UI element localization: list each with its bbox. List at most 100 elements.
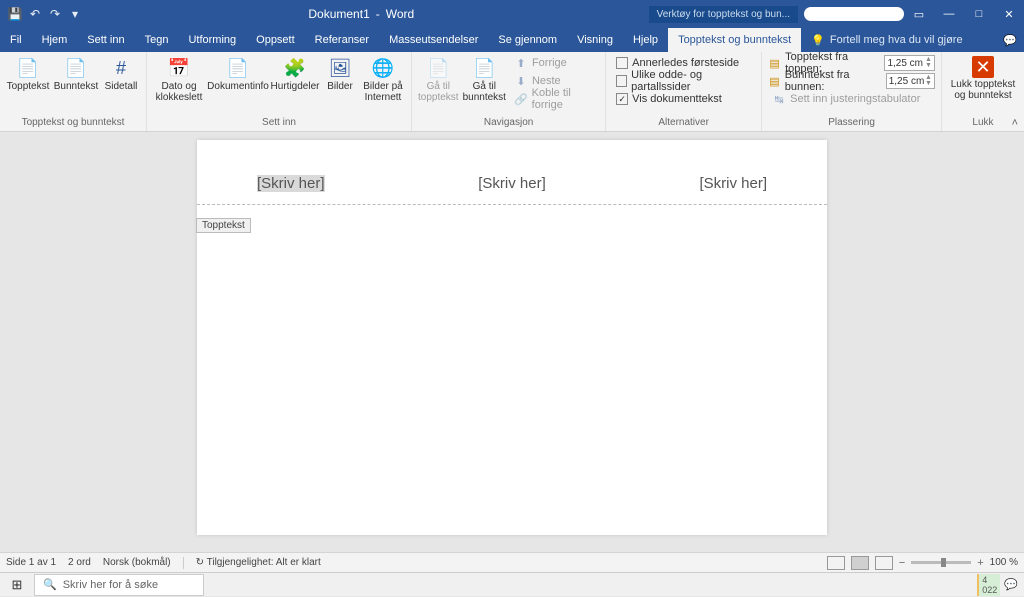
close-icon[interactable]: ✕ — [994, 0, 1024, 28]
quick-parts-button[interactable]: 🧩 Hurtigdeler — [271, 54, 319, 92]
tab-icon: ↹ — [772, 92, 786, 106]
footer-icon: 📄 — [64, 56, 88, 80]
tab-file[interactable]: Fil — [0, 28, 32, 52]
redo-icon[interactable]: ↷ — [46, 5, 64, 23]
pictures-icon: 🖼 — [328, 56, 352, 80]
pictures-button[interactable]: 🖼 Bilder — [323, 54, 357, 92]
header-right-field[interactable]: [Skriv her] — [699, 175, 767, 192]
checkbox-icon — [616, 75, 627, 87]
tab-review[interactable]: Se gjennom — [488, 28, 567, 52]
page-indicator[interactable]: Side 1 av 1 — [6, 557, 56, 568]
tab-view[interactable]: Visning — [567, 28, 623, 52]
qat-customize-icon[interactable]: ▾ — [66, 5, 84, 23]
calendar-icon: 📅 — [167, 56, 191, 80]
goto-header-button: 📄 Gå til topptekst — [418, 54, 459, 103]
search-icon: 🔍 — [43, 578, 57, 591]
tray-item[interactable]: 4022 — [977, 574, 1000, 596]
footer-from-bottom-row: ▤ Bunntekst fra bunnen: 1,25 cm▲▼ — [768, 72, 935, 90]
header-center-field[interactable]: [Skriv her] — [478, 175, 546, 192]
web-layout-icon[interactable] — [875, 556, 893, 570]
checkbox-icon — [616, 57, 628, 69]
group-navigation: 📄 Gå til topptekst 📄 Gå til bunntekst ⬆F… — [412, 52, 606, 131]
ribbon-display-icon[interactable]: ▭ — [904, 0, 934, 28]
print-layout-icon[interactable] — [851, 556, 869, 570]
undo-icon[interactable]: ↶ — [26, 5, 44, 23]
accessibility-status[interactable]: ↻ Tilgjengelighet: Alt er klart — [196, 557, 321, 568]
previous-button: ⬆Forrige — [510, 54, 599, 72]
group-label: Alternativer — [612, 117, 755, 131]
tab-layout[interactable]: Oppsett — [246, 28, 305, 52]
group-label: Lukk — [948, 117, 1018, 131]
tab-draw[interactable]: Tegn — [135, 28, 179, 52]
maximize-icon[interactable]: □ — [964, 0, 994, 28]
checkbox-checked-icon: ✓ — [616, 93, 628, 105]
tab-header-footer[interactable]: Topptekst og bunntekst — [668, 28, 801, 52]
taskbar-search[interactable]: 🔍 Skriv her for å søke — [34, 574, 204, 596]
footer-button[interactable]: 📄 Bunntekst — [54, 54, 98, 92]
group-header-footer: 📄 Topptekst 📄 Bunntekst # Sidetall Toppt… — [0, 52, 147, 131]
page-number-button[interactable]: # Sidetall — [102, 54, 140, 92]
minimize-icon[interactable]: — — [934, 0, 964, 28]
status-bar: Side 1 av 1 2 ord Norsk (bokmål) ↻ Tilgj… — [0, 552, 1024, 572]
account-pill[interactable] — [804, 7, 904, 21]
tell-me-search[interactable]: 💡 Fortell meg hva du vil gjøre — [801, 28, 972, 52]
tab-references[interactable]: Referanser — [305, 28, 379, 52]
save-icon[interactable]: 💾 — [6, 5, 24, 23]
document-area: [Skriv her] [Skriv her] [Skriv her] Topp… — [0, 132, 1024, 552]
zoom-in-icon[interactable]: + — [977, 557, 983, 569]
window-title: Dokument1 - Word — [84, 7, 639, 21]
goto-footer-icon: 📄 — [472, 56, 496, 80]
ribbon: 📄 Topptekst 📄 Bunntekst # Sidetall Toppt… — [0, 52, 1024, 132]
quick-access-toolbar: 💾 ↶ ↷ ▾ — [0, 5, 84, 23]
header-tag: Topptekst — [196, 218, 251, 233]
header-position-icon: ▤ — [768, 56, 781, 70]
close-header-footer-icon: ✕ — [972, 56, 994, 78]
contextual-tool-label: Verktøy for topptekst og bun... — [649, 6, 798, 23]
page-number-icon: # — [109, 56, 133, 80]
tab-home[interactable]: Hjem — [32, 28, 78, 52]
taskbar-search-placeholder: Skriv her for å søke — [63, 579, 158, 591]
date-time-button[interactable]: 📅 Dato og klokkeslett — [153, 54, 205, 103]
zoom-level[interactable]: 100 % — [990, 557, 1018, 568]
share-icon[interactable]: 💬 — [996, 28, 1024, 52]
header-from-top-input[interactable]: 1,25 cm▲▼ — [884, 55, 935, 71]
show-document-text-checkbox[interactable]: ✓Vis dokumenttekst — [612, 90, 755, 108]
header-zone[interactable]: [Skriv her] [Skriv her] [Skriv her] — [197, 140, 827, 205]
previous-icon: ⬆ — [514, 56, 528, 70]
tab-design[interactable]: Utforming — [178, 28, 246, 52]
system-tray: 4022 💬 — [977, 574, 1024, 596]
document-info-button[interactable]: 📄 Dokumentinfo — [209, 54, 267, 92]
tell-me-label: Fortell meg hva du vil gjøre — [830, 34, 963, 46]
footer-from-bottom-input[interactable]: 1,25 cm▲▼ — [886, 73, 935, 89]
read-mode-icon[interactable] — [827, 556, 845, 570]
quickparts-icon: 🧩 — [283, 56, 307, 80]
zoom-slider[interactable] — [911, 561, 971, 564]
header-left-field[interactable]: [Skriv her] — [257, 175, 325, 192]
start-button[interactable]: ⊞ — [0, 573, 34, 597]
goto-header-icon: 📄 — [426, 56, 450, 80]
tab-insert[interactable]: Sett inn — [77, 28, 134, 52]
tab-mailings[interactable]: Masseutsendelser — [379, 28, 488, 52]
tab-help[interactable]: Hjelp — [623, 28, 668, 52]
collapse-ribbon-icon[interactable]: ˄ — [1012, 117, 1018, 129]
word-count[interactable]: 2 ord — [68, 557, 91, 568]
group-insert: 📅 Dato og klokkeslett 📄 Dokumentinfo 🧩 H… — [147, 52, 412, 131]
close-header-footer-button[interactable]: ✕ Lukk topptekst og bunntekst — [948, 54, 1018, 101]
group-position: ▤ Topptekst fra toppen: 1,25 cm▲▼ ▤ Bunn… — [762, 52, 942, 131]
link-previous-button: 🔗Koble til forrige — [510, 90, 599, 108]
notifications-icon[interactable]: 💬 — [1004, 578, 1018, 591]
online-pictures-button[interactable]: 🌐 Bilder på Internett — [361, 54, 405, 103]
online-pictures-icon: 🌐 — [371, 56, 395, 80]
footer-position-icon: ▤ — [768, 74, 781, 88]
document-name: Dokument1 — [308, 7, 369, 21]
goto-footer-button[interactable]: 📄 Gå til bunntekst — [463, 54, 506, 103]
ribbon-tabs: Fil Hjem Sett inn Tegn Utforming Oppsett… — [0, 28, 1024, 52]
header-button[interactable]: 📄 Topptekst — [6, 54, 50, 92]
group-options: Annerledes førsteside Ulike odde- og par… — [606, 52, 762, 131]
header-icon: 📄 — [16, 56, 40, 80]
different-odd-even-checkbox[interactable]: Ulike odde- og partallssider — [612, 72, 755, 90]
page[interactable]: [Skriv her] [Skriv her] [Skriv her] Topp… — [197, 140, 827, 535]
docinfo-icon: 📄 — [226, 56, 250, 80]
language-indicator[interactable]: Norsk (bokmål) — [103, 557, 171, 568]
zoom-out-icon[interactable]: − — [899, 557, 905, 569]
